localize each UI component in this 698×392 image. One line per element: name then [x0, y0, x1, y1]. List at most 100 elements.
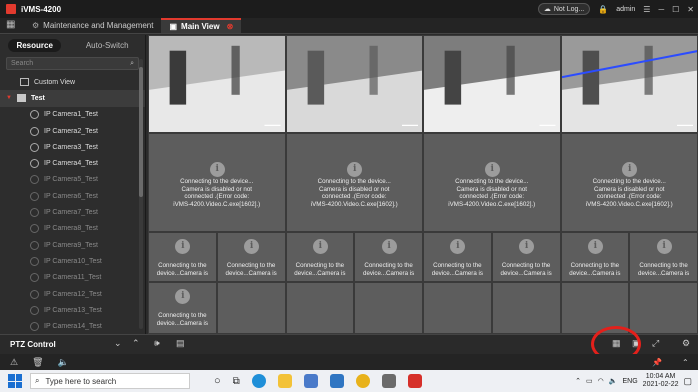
chevron-up-icon[interactable]: ⌃ — [132, 338, 140, 349]
tab-main-view[interactable]: ▣ Main View ⊗ — [161, 18, 242, 33]
chevron-down-icon[interactable]: ⌄ — [114, 338, 122, 349]
offline-pane[interactable]: i Connecting to the device...Camera is — [216, 232, 286, 282]
offline-pane[interactable]: i Connecting to the device...Camera is — [629, 232, 698, 282]
tree-item-camera[interactable]: IP Camera6_Test — [0, 188, 145, 204]
cortana-icon[interactable]: ○ — [214, 375, 221, 387]
video-grid: ▬▬▬▬ ▬▬▬▬ ▬▬▬▬ ▬▬▬▬ i Connecting to the devic… — [148, 35, 698, 334]
wifi-icon[interactable]: ◠ — [598, 377, 604, 385]
video-pane[interactable]: ▬▬▬▬ — [423, 35, 561, 133]
tree-item-camera[interactable]: IP Camera13_Test — [0, 302, 145, 318]
tree-item-label: IP Camera8_Test — [44, 225, 98, 233]
tree-item-camera[interactable]: IP Camera9_Test — [0, 237, 145, 253]
empty-pane[interactable] — [285, 282, 355, 334]
expand-icon[interactable]: ▼ — [6, 95, 12, 101]
tree-item-camera[interactable]: IP Camera7_Test — [0, 204, 145, 220]
tree-item-camera[interactable]: IP Camera4_Test — [0, 155, 145, 171]
settings-app-icon[interactable] — [381, 374, 396, 388]
tree-item-camera[interactable]: IP Camera8_Test — [0, 221, 145, 237]
tree-item-custom-view[interactable]: Custom View — [0, 74, 145, 90]
empty-pane[interactable] — [354, 282, 423, 334]
tree-item-label: Test — [30, 94, 45, 102]
ivms-taskbar-icon[interactable] — [407, 374, 422, 388]
tree-item-group[interactable]: ▼ Test — [0, 90, 145, 107]
camera-icon — [30, 224, 39, 234]
scroll-thumb[interactable] — [139, 67, 143, 197]
ptz-control-label[interactable]: PTZ Control — [10, 340, 56, 349]
offline-pane[interactable]: i Connecting to the device... Camera is di… — [560, 133, 698, 232]
search-input[interactable]: Search ⌕ — [6, 57, 139, 70]
info-icon: i — [450, 239, 466, 254]
empty-pane[interactable] — [216, 282, 286, 334]
edge-icon[interactable] — [251, 374, 266, 388]
audio-icon[interactable]: 🔈 — [58, 357, 69, 368]
error-line: Connecting to the device... — [455, 178, 529, 185]
language-indicator[interactable]: ENG — [623, 378, 638, 385]
tab-maintenance[interactable]: ⚙ Maintenance and Management — [24, 18, 161, 33]
module-grid-icon[interactable]: ▦ — [6, 18, 20, 32]
audio-icon[interactable]: 🕪 — [154, 338, 160, 349]
minimize-icon[interactable]: ─ — [658, 5, 664, 14]
camera-feed-image — [424, 36, 560, 132]
empty-pane[interactable] — [423, 282, 492, 334]
mail-icon[interactable] — [329, 374, 344, 388]
notification-icon[interactable]: ▢ — [683, 376, 692, 387]
camera-icon — [30, 208, 39, 218]
tab-resource[interactable]: Resource — [8, 38, 61, 52]
timestamp-overlay: ▬▬▬▬ — [539, 122, 556, 127]
tree-item-camera[interactable]: IP Camera11_Test — [0, 270, 145, 286]
fullscreen-icon[interactable]: ⤢ — [652, 338, 659, 349]
tree-item-label: Custom View — [34, 78, 76, 86]
video-pane[interactable]: ▬▬▬▬ — [148, 35, 286, 133]
tree-item-camera[interactable]: IP Camera5_Test — [0, 172, 145, 188]
alarm-icon[interactable]: ⚠ — [10, 357, 18, 368]
offline-pane[interactable]: i Connecting to the device... Camera is di… — [423, 133, 561, 232]
close-icon[interactable]: ✕ — [687, 5, 694, 14]
offline-pane[interactable]: i Connecting to the device...Camera is — [491, 232, 561, 282]
lock-icon[interactable]: 🔒 — [598, 5, 608, 14]
user-name[interactable]: admin — [616, 6, 635, 13]
tab-close-icon[interactable]: ⊗ — [227, 22, 234, 31]
offline-pane[interactable]: i Connecting to the device...Camera is — [285, 232, 355, 282]
offline-pane[interactable]: i Connecting to the device...Camera is — [148, 232, 217, 282]
network-icon[interactable]: ▭ — [586, 377, 593, 385]
empty-pane[interactable] — [491, 282, 561, 334]
delete-icon[interactable]: 🗑 — [32, 357, 43, 368]
chrome-icon[interactable] — [355, 374, 370, 388]
windows-start-icon[interactable] — [8, 374, 22, 388]
tree-item-camera[interactable]: IP Camera2_Test — [0, 123, 145, 139]
video-pane[interactable]: ▬▬▬▬ — [285, 35, 423, 133]
store-icon[interactable] — [303, 374, 318, 388]
offline-pane[interactable]: i Connecting to the device... Camera is di… — [148, 133, 286, 232]
offline-pane[interactable]: i Connecting to the device...Camera is — [423, 232, 492, 282]
offline-pane[interactable]: i Connecting to the device...Camera is — [354, 232, 423, 282]
scrollbar[interactable] — [139, 59, 143, 329]
tree-item-camera[interactable]: IP Camera3_Test — [0, 139, 145, 155]
camera-icon — [30, 322, 39, 332]
pin-icon[interactable]: 📌 — [652, 358, 662, 367]
menu-icon[interactable]: ☰ — [643, 5, 650, 14]
info-icon: i — [587, 239, 603, 254]
file-explorer-icon[interactable] — [277, 374, 292, 388]
tree-item-label: IP Camera3_Test — [44, 143, 98, 151]
settings-icon[interactable]: ⚙ — [682, 338, 690, 349]
tree-item-camera[interactable]: IP Camera12_Test — [0, 286, 145, 302]
taskbar-search-input[interactable]: ⌕ Type here to search — [30, 373, 190, 389]
offline-pane[interactable]: i Connecting to the device...Camera is — [148, 282, 217, 334]
info-icon: i — [209, 162, 225, 177]
volume-icon[interactable]: 🔈 — [609, 377, 618, 385]
maximize-icon[interactable]: ☐ — [672, 5, 679, 14]
tab-auto-switch[interactable]: Auto-Switch — [78, 39, 137, 52]
login-status-button[interactable]: ☁ Not Log... — [537, 3, 591, 15]
capture-icon[interactable]: ▤ — [176, 338, 185, 349]
clock[interactable]: 10:04 AM 2021-02-22 — [643, 373, 679, 389]
offline-pane[interactable]: i Connecting to the device...Camera is — [560, 232, 630, 282]
offline-pane[interactable]: i Connecting to the device... Camera is di… — [285, 133, 423, 232]
expand-up-icon[interactable]: ⌃ — [682, 358, 689, 367]
tree-item-camera[interactable]: IP Camera14_Test — [0, 318, 145, 334]
tray-chevron-icon[interactable]: ⌃ — [575, 377, 581, 385]
empty-pane[interactable] — [629, 282, 698, 334]
video-pane[interactable]: ▬▬▬▬ — [560, 35, 698, 133]
tree-item-camera[interactable]: IP Camera1_Test — [0, 107, 145, 123]
task-view-icon[interactable]: ⧉ — [233, 376, 240, 387]
tree-item-camera[interactable]: IP Camera10_Test — [0, 253, 145, 269]
